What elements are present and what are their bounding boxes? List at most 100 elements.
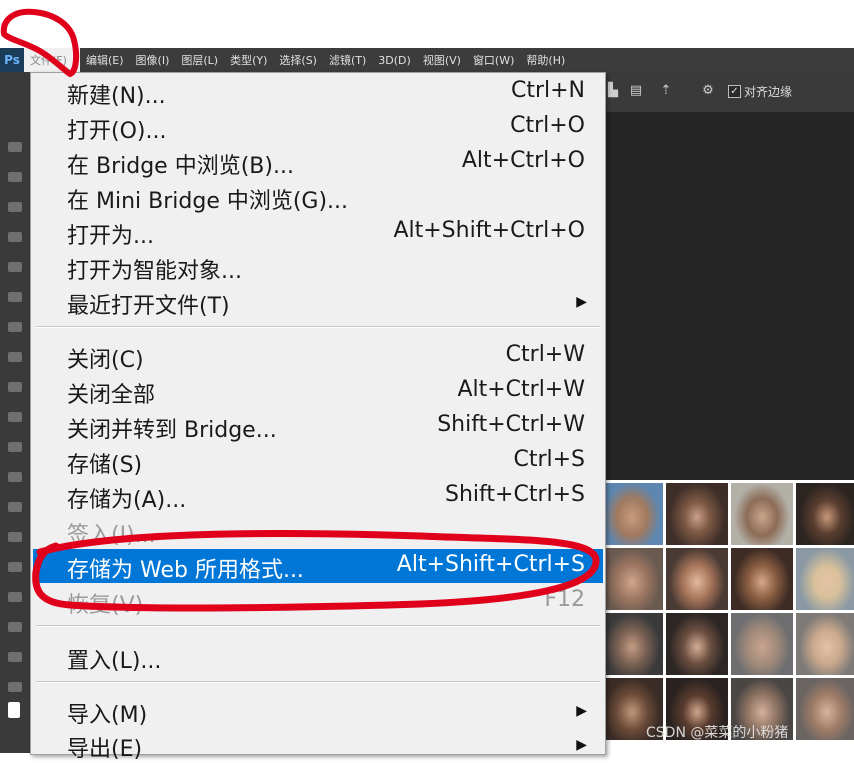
menu-item-shortcut: Ctrl+W [505,342,585,367]
menu-item-new[interactable]: 新建(N)... Ctrl+N [33,75,603,109]
menu-item-label: 在 Mini Bridge 中浏览(G)... [67,189,349,214]
app-logo: Ps [0,48,24,72]
menu-item-shortcut: Alt+Shift+Ctrl+S [396,552,585,577]
menu-item-save[interactable]: 存储(S) Ctrl+S [33,444,603,478]
menu-item-label: 关闭全部 [67,383,156,408]
face-thumbnail [796,613,854,675]
menu-item-import[interactable]: 导入(M) ▶ [33,694,603,728]
foreground-color-swatch[interactable] [8,702,20,718]
align-bottom-icon[interactable]: ▤ [628,84,644,98]
menu-item-shortcut: Ctrl+S [513,447,585,472]
menu-file[interactable]: 文件(F) [24,48,80,72]
menu-item-export[interactable]: 导出(E) ▶ [33,728,603,762]
menu-3d[interactable]: 3D(D) [372,48,417,72]
menu-separator [36,625,600,627]
face-thumbnail [731,613,793,675]
menu-select[interactable]: 选择(S) [273,48,323,72]
menu-item-shortcut: Shift+Ctrl+S [445,482,585,507]
menu-item-label: 最近打开文件(T) [67,294,230,319]
tool-gradient-icon[interactable] [8,472,22,482]
menu-window[interactable]: 窗口(W) [467,48,520,72]
face-thumbnail [731,483,793,545]
menu-item-label: 存储(S) [67,453,143,478]
face-thumbnail [601,548,663,610]
image-thumbnail-grid [598,480,854,756]
menu-item-shortcut: Ctrl+N [510,78,585,103]
menu-item-browse-in-bridge[interactable]: 在 Bridge 中浏览(B)... Alt+Ctrl+O [33,145,603,179]
menu-item-label: 存储为 Web 所用格式... [67,558,304,583]
menu-item-place[interactable]: 置入(L)... [33,640,603,674]
menu-item-close[interactable]: 关闭(C) Ctrl+W [33,339,603,373]
tool-text-icon[interactable] [8,592,22,602]
tool-brush-icon[interactable] [8,352,22,362]
menu-item-label: 存储为(A)... [67,488,187,513]
menu-image[interactable]: 图像(I) [130,48,176,72]
menu-item-save-for-web[interactable]: 存储为 Web 所用格式... Alt+Shift+Ctrl+S [33,549,603,583]
face-thumbnail [731,548,793,610]
face-thumbnail [666,613,728,675]
menu-layer[interactable]: 图层(L) [175,48,224,72]
menu-item-label: 打开为... [67,224,154,249]
tool-marquee-icon[interactable] [8,172,22,182]
menu-item-label: 打开为智能对象... [67,259,242,284]
menu-help[interactable]: 帮助(H) [520,48,571,72]
align-edges-label: 对齐边缘 [744,85,793,99]
menubar: Ps 文件(F) 编辑(E) 图像(I) 图层(L) 类型(Y) 选择(S) 滤… [0,48,854,72]
tool-hand-icon[interactable] [8,682,22,692]
tool-lasso-icon[interactable] [8,202,22,212]
tool-blur-icon[interactable] [8,502,22,512]
menu-item-label: 打开(O)... [67,119,167,144]
tool-healing-icon[interactable] [8,322,22,332]
tool-quick-select-icon[interactable] [8,232,22,242]
menu-view[interactable]: 视图(V) [417,48,467,72]
menu-item-label: 恢复(V) [67,593,144,618]
tool-shape-icon[interactable] [8,652,22,662]
face-thumbnail [666,483,728,545]
watermark: CSDN @菜菜的小粉猪 [646,725,789,741]
menu-edit[interactable]: 编辑(E) [80,48,130,72]
menu-filter[interactable]: 滤镜(T) [323,48,372,72]
menu-item-close-and-go-to-bridge[interactable]: 关闭并转到 Bridge... Shift+Ctrl+W [33,409,603,443]
menu-type[interactable]: 类型(Y) [224,48,273,72]
tool-eyedropper-icon[interactable] [8,292,22,302]
menu-item-label: 在 Bridge 中浏览(B)... [67,154,294,179]
menu-item-shortcut: Shift+Ctrl+W [437,412,585,437]
submenu-arrow-icon: ▶ [576,737,587,753]
menu-item-shortcut: F12 [544,587,585,612]
gear-icon[interactable]: ⚙ [700,84,716,98]
face-thumbnail [796,678,854,740]
menu-item-browse-in-mini-bridge[interactable]: 在 Mini Bridge 中浏览(G)... [33,180,603,214]
menu-item-shortcut: Alt+Ctrl+O [461,148,585,173]
menu-item-label: 关闭(C) [67,348,144,373]
tool-crop-icon[interactable] [8,262,22,272]
menu-separator [36,681,600,683]
menu-item-label: 新建(N)... [67,84,166,109]
menu-item-save-as[interactable]: 存储为(A)... Shift+Ctrl+S [33,479,603,513]
submenu-arrow-icon: ▶ [576,703,587,719]
menu-item-shortcut: Alt+Ctrl+W [457,377,585,402]
align-left-icon[interactable]: ▙ [605,84,621,98]
face-thumbnail [796,548,854,610]
menu-item-check-in: 签入(I)... [33,514,603,548]
menu-separator [36,326,600,328]
tool-strip [0,112,30,753]
tool-history-brush-icon[interactable] [8,412,22,422]
top-strip [0,0,854,48]
tool-dodge-icon[interactable] [8,532,22,542]
menu-item-open-as[interactable]: 打开为... Alt+Shift+Ctrl+O [33,215,603,249]
tool-path-select-icon[interactable] [8,622,22,632]
tool-eraser-icon[interactable] [8,442,22,452]
face-thumbnail [796,483,854,545]
menu-item-recent-files[interactable]: 最近打开文件(T) ▶ [33,285,603,319]
tool-move-icon[interactable] [8,142,22,152]
menu-item-label: 导入(M) [67,703,148,728]
tool-pen-icon[interactable] [8,562,22,572]
menu-item-open[interactable]: 打开(O)... Ctrl+O [33,110,603,144]
tool-stamp-icon[interactable] [8,382,22,392]
align-edges-checkbox[interactable]: ✓ [728,85,741,98]
menu-item-open-as-smart-object[interactable]: 打开为智能对象... [33,250,603,284]
submenu-arrow-icon: ▶ [576,294,587,310]
arrange-icon[interactable]: ⇡ [658,84,674,98]
menu-item-close-all[interactable]: 关闭全部 Alt+Ctrl+W [33,374,603,408]
menu-item-revert: 恢复(V) F12 [33,584,603,618]
